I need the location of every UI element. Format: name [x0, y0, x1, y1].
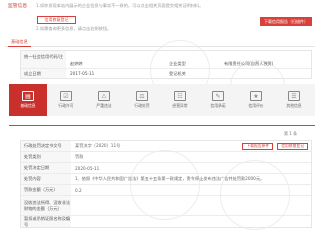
- penalty-icon: ⚖: [136, 91, 148, 101]
- nav-label: 行政许可: [58, 103, 74, 108]
- nav-label: 经营异常: [172, 103, 188, 108]
- info-key: 成立日期: [21, 69, 66, 78]
- detail-key: 罚款金额（万元）: [21, 185, 71, 195]
- credit-repair-record-button[interactable]: 信用修复登记: [277, 142, 308, 150]
- nav-label: 信用评价: [248, 103, 264, 108]
- detail-row: 处罚决定日期 2020-05-11: [21, 163, 311, 174]
- detail-row: 没收违法所得、没收非法财物的金额（万元）: [21, 196, 311, 216]
- detail-row: 罚款金额（万元） 0.2: [21, 185, 311, 196]
- abnormal-icon: ☷: [174, 91, 186, 101]
- detail-key: 处罚类别: [21, 152, 71, 162]
- section-divider: [9, 125, 315, 126]
- notice-text-1: 1.如你发现本站内展示的企业信息与事实不一致的，可以点击相关页面提交相关证明材料…: [36, 3, 204, 8]
- nav-business-abnormal[interactable]: ☷ 经营异常: [161, 84, 199, 116]
- other-info-icon: ☰: [288, 91, 300, 101]
- notice-panel: 监管信息 1.如你发现本站内展示的企业信息与事实不一致的，可以点击相关页面提交相…: [0, 0, 320, 34]
- category-nav: ▤ 基础信息 ☑ 行政许可 ⚠ 严重违法 ⚖ 行政处罚 ☷ 经营异常 ✎ 信用承…: [9, 84, 315, 116]
- nav-label: 基础信息: [20, 103, 36, 108]
- detail-value: 0.2: [75, 187, 82, 193]
- detail-row: 行政处罚决定书文号 某罚决字〔2020〕11号 下载报告原件 信用修复登记: [21, 141, 311, 152]
- nav-credit-promise[interactable]: ✎ 信用承诺: [199, 84, 237, 116]
- record-pager[interactable]: 第 1 条: [284, 131, 297, 137]
- tab-bar: 基础信息: [5, 38, 315, 47]
- nav-label: 严重违法: [96, 103, 112, 108]
- download-report-button[interactable]: 下载信用报告（扫描件）: [260, 17, 312, 26]
- basic-info-table: 统一社会信用代码/注册号 赵婷婷 企业类型 有限责任公司(自然人独资) 成立日期…: [20, 50, 312, 79]
- info-key: [21, 60, 66, 68]
- info-key: 登记机关: [169, 70, 186, 76]
- nav-other-info[interactable]: ☰ 其他信息: [275, 84, 313, 116]
- detail-value: [71, 196, 311, 215]
- credit-repair-button[interactable]: 信用修复登记: [37, 16, 76, 24]
- nav-serious-violation[interactable]: ⚠ 严重违法: [85, 84, 123, 116]
- decision-number: 某罚决字〔2020〕11号: [75, 143, 121, 148]
- nav-administrative-license[interactable]: ☑ 行政许可: [47, 84, 85, 116]
- promise-icon: ✎: [212, 91, 224, 101]
- detail-value: 某罚决字〔2020〕11号 下载报告原件 信用修复登记: [71, 141, 311, 151]
- penalty-detail-table: 行政处罚决定书文号 某罚决字〔2020〕11号 下载报告原件 信用修复登记 处罚…: [20, 140, 312, 228]
- nav-label: 行政处罚: [134, 103, 150, 108]
- detail-row: 暂扣或吊销证照名称及编号: [21, 216, 311, 227]
- basic-info-icon: ▤: [22, 91, 34, 101]
- detail-value: 1、依照《中华人民共和国广告法》第五十五条第一款规定，责令停止发布违法广告并处罚…: [75, 176, 265, 181]
- detail-value: [71, 216, 311, 227]
- detail-value: 2020-05-11: [75, 165, 100, 171]
- nav-label: 其他信息: [286, 103, 302, 108]
- info-value: [221, 69, 311, 78]
- nav-credit-evaluation[interactable]: ★ 信用评价: [237, 84, 275, 116]
- notice-text-2: 2.如需查询更多信息，请点击右侧按钮。: [36, 26, 112, 31]
- nav-administrative-penalty[interactable]: ⚖ 行政处罚: [123, 84, 161, 116]
- notice-label: 监管信息: [8, 4, 28, 9]
- detail-key: 没收违法所得、没收非法财物的金额（万元）: [21, 196, 71, 215]
- info-key: 企业类型: [169, 61, 186, 66]
- violation-icon: ⚠: [98, 91, 110, 101]
- info-row: 成立日期 2017-05-11 登记机关: [21, 69, 311, 78]
- info-value: 赵婷婷: [70, 61, 83, 66]
- detail-row: 处罚类别 罚款: [21, 152, 311, 163]
- detail-key: 行政处罚决定书文号: [21, 141, 71, 151]
- tab-basic-info[interactable]: 基础信息: [8, 38, 31, 47]
- license-icon: ☑: [60, 91, 72, 101]
- detail-key: 处罚决定日期: [21, 163, 71, 173]
- info-row: 赵婷婷 企业类型 有限责任公司(自然人独资): [21, 60, 311, 69]
- nav-label: 信用承诺: [210, 103, 226, 108]
- detail-row: 处罚内容 1、依照《中华人民共和国广告法》第五十五条第一款规定，责令停止发布违法…: [21, 174, 311, 185]
- info-value: 有限责任公司(自然人独资): [224, 61, 274, 66]
- download-original-button[interactable]: 下载报告原件: [242, 142, 274, 150]
- detail-key: 处罚内容: [21, 174, 71, 184]
- detail-key: 暂扣或吊销证照名称及编号: [21, 216, 71, 227]
- detail-value: 罚款: [75, 154, 84, 159]
- nav-basic-info[interactable]: ▤ 基础信息: [9, 84, 47, 116]
- info-value: 2017-05-11: [70, 71, 95, 76]
- evaluation-icon: ★: [250, 91, 262, 101]
